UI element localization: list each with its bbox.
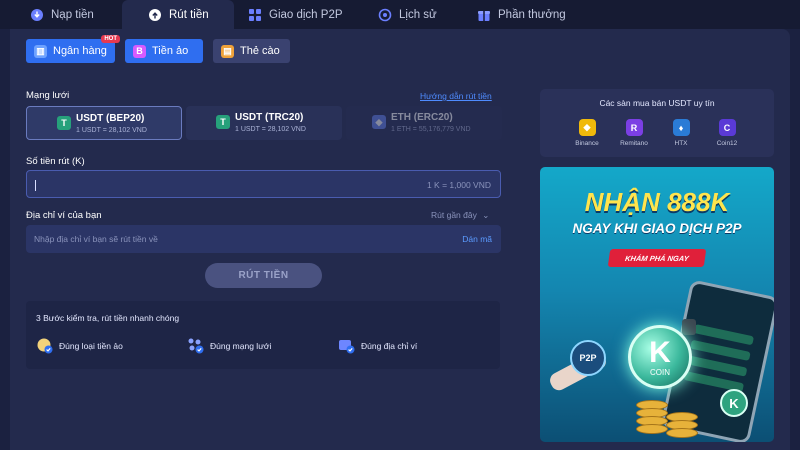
steps-title: 3 Bước kiểm tra, rút tiền nhanh chóng (36, 313, 180, 323)
wallet-check-icon (338, 337, 355, 354)
subtab-card[interactable]: ▤ Thẻ cào (213, 39, 290, 63)
subtab-label: Thẻ cào (240, 45, 280, 57)
small-kcoin-icon: K (720, 389, 748, 417)
exchange-name: HTX (674, 140, 688, 147)
p2p-badge-icon: P2P (570, 340, 606, 376)
exchange-name: Remitano (620, 140, 648, 147)
withdraw-submit-button[interactable]: RÚT TIỀN (205, 263, 322, 288)
network-rate: 1 ETH = 55,176,779 VND (391, 126, 471, 133)
exchange-remitano[interactable]: R Remitano (609, 119, 659, 147)
exchange-card-title: Các sàn mua bán USDT uy tín (599, 98, 715, 108)
network-option-bep20[interactable]: T USDT (BEP20) 1 USDT = 28,102 VND (26, 106, 182, 140)
step-label: Đúng loại tiền ảo (59, 340, 123, 351)
tab-history[interactable]: Lịch sử (378, 0, 437, 29)
exchange-binance[interactable]: ◆ Binance (562, 119, 612, 147)
tab-label: Rút tiền (169, 8, 209, 21)
deposit-icon (30, 8, 44, 22)
banner-subline: NGAY KHI GIAO DỊCH P2P (572, 221, 742, 236)
bitcoin-icon: B (133, 44, 146, 58)
verification-steps-box: 3 Bước kiểm tra, rút tiền nhanh chóng Đú… (26, 301, 500, 369)
network-check-icon (187, 337, 204, 354)
tab-label: Lịch sử (399, 8, 437, 21)
recent-withdraw-dropdown[interactable]: Rút gần đây ⌄ (431, 210, 489, 221)
wallet-address-input[interactable]: Nhập địa chỉ ví bạn sẽ rút tiền về Dán m… (26, 225, 501, 253)
amount-label: Số tiền rút (K) (26, 156, 85, 167)
network-option-erc20[interactable]: ◆ ETH (ERC20) 1 ETH = 55,176,779 VND (346, 106, 502, 140)
binance-icon: ◆ (578, 119, 596, 136)
tab-rewards[interactable]: Phần thưởng (477, 0, 566, 29)
withdraw-guide-link[interactable]: Hướng dẫn rút tiền (420, 91, 492, 101)
subtab-crypto[interactable]: B Tiền ảo (125, 39, 203, 63)
exchange-coin12[interactable]: C Coin12 (702, 119, 752, 147)
paste-button[interactable]: Dán mã (462, 234, 492, 244)
network-name: USDT (TRC20) (235, 112, 304, 123)
card-icon: ▤ (221, 44, 234, 58)
kcoin-logo-icon: K COIN (628, 325, 692, 389)
bank-icon: ▥ (34, 44, 47, 58)
step-item: Đúng địa chỉ ví (338, 337, 417, 354)
step-label: Đúng địa chỉ ví (361, 340, 418, 351)
exchange-name: Coin12 (716, 140, 738, 147)
kcoin-letter: K (649, 335, 671, 369)
kcoin-text: COIN (650, 367, 670, 377)
hot-badge: HOT (101, 35, 120, 43)
tether-icon: T (57, 116, 71, 130)
withdraw-icon (148, 8, 162, 22)
amount-hint: 1 K = 1,000 VND (426, 180, 491, 190)
withdraw-panel: ▥ Ngân hàng HOT B Tiền ảo ▤ Thẻ cào Mạng… (10, 29, 790, 450)
lock-icon (682, 319, 696, 335)
network-name: ETH (ERC20) (391, 112, 453, 123)
network-rate: 1 USDT = 28,102 VND (235, 126, 306, 133)
step-item: Đúng mạng lưới (187, 337, 271, 354)
tab-p2p[interactable]: Giao dịch P2P (248, 0, 343, 29)
tab-deposit[interactable]: Nạp tiền (30, 0, 94, 29)
coin-check-icon (36, 337, 53, 354)
exchange-name: Binance (575, 140, 599, 147)
subtab-label: Tiền ảo (152, 45, 189, 57)
step-item: Đúng loại tiền ảo (36, 337, 123, 354)
p2p-icon (248, 8, 262, 22)
chevron-down-icon: ⌄ (482, 210, 490, 220)
network-option-trc20[interactable]: T USDT (TRC20) 1 USDT = 28,102 VND (186, 106, 342, 140)
htx-icon: ♦ (672, 119, 690, 136)
network-name: USDT (BEP20) (76, 113, 145, 124)
wallet-placeholder: Nhập địa chỉ ví bạn sẽ rút tiền về (34, 234, 158, 244)
tether-icon: T (216, 115, 230, 129)
tab-label: Phần thưởng (498, 8, 566, 21)
step-label: Đúng mạng lưới (210, 340, 272, 351)
amount-input[interactable]: 1 K = 1,000 VND (26, 170, 501, 198)
remitano-icon: R (625, 119, 643, 136)
history-icon (378, 8, 392, 22)
subtab-bank[interactable]: ▥ Ngân hàng HOT (26, 35, 120, 63)
tab-withdraw[interactable]: Rút tiền (122, 0, 234, 29)
network-label: Mạng lưới (26, 90, 70, 101)
exchange-card: Các sàn mua bán USDT uy tín ◆ Binance R … (540, 89, 774, 157)
exchange-htx[interactable]: ♦ HTX (656, 119, 706, 147)
tab-label: Nạp tiền (51, 8, 94, 21)
tab-label: Giao dịch P2P (269, 8, 343, 21)
top-tab-bar: Nạp tiền Rút tiền Giao dịch P2P Lịch sử … (0, 0, 800, 29)
banner-headline: NHẬN 888K (584, 187, 730, 217)
ethereum-icon: ◆ (372, 115, 386, 129)
recent-withdraw-label: Rút gần đây (431, 210, 477, 220)
network-rate: 1 USDT = 28,102 VND (76, 127, 147, 134)
coin12-icon: C (718, 119, 736, 136)
explore-now-button[interactable]: KHÁM PHÁ NGAY (607, 249, 707, 267)
gift-icon (477, 8, 491, 22)
wallet-label: Địa chỉ ví của bạn (26, 210, 102, 221)
promo-banner[interactable]: NHẬN 888K NGAY KHI GIAO DỊCH P2P KHÁM PH… (540, 167, 774, 442)
text-caret (35, 180, 36, 191)
subtab-label: Ngân hàng (53, 45, 107, 57)
